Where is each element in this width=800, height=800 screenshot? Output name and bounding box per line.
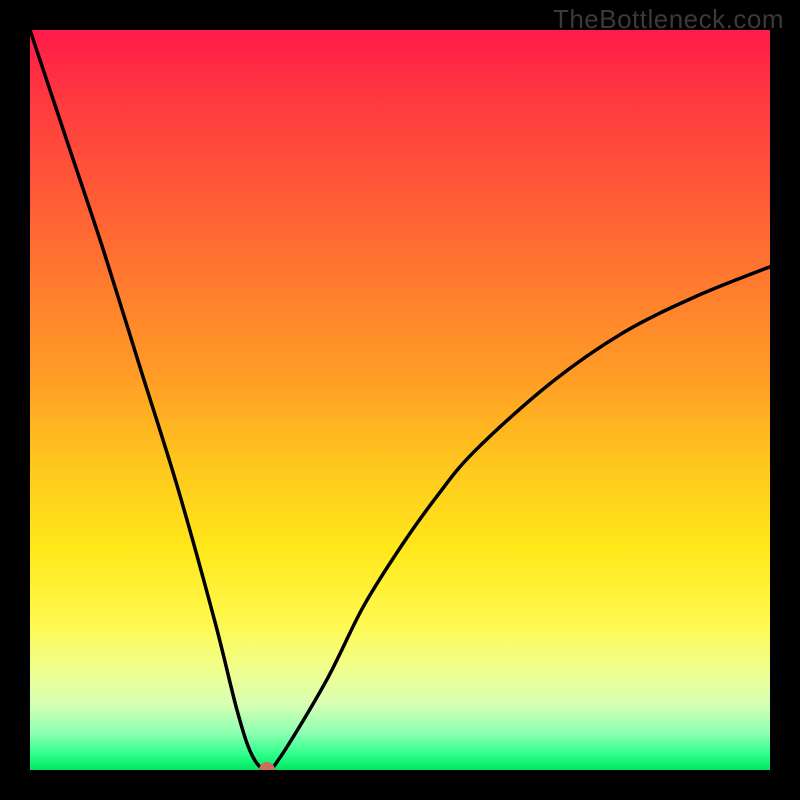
plot-area — [30, 30, 770, 770]
bottleneck-curve — [30, 30, 770, 770]
chart-frame: TheBottleneck.com — [0, 0, 800, 800]
watermark-text: TheBottleneck.com — [553, 4, 784, 35]
